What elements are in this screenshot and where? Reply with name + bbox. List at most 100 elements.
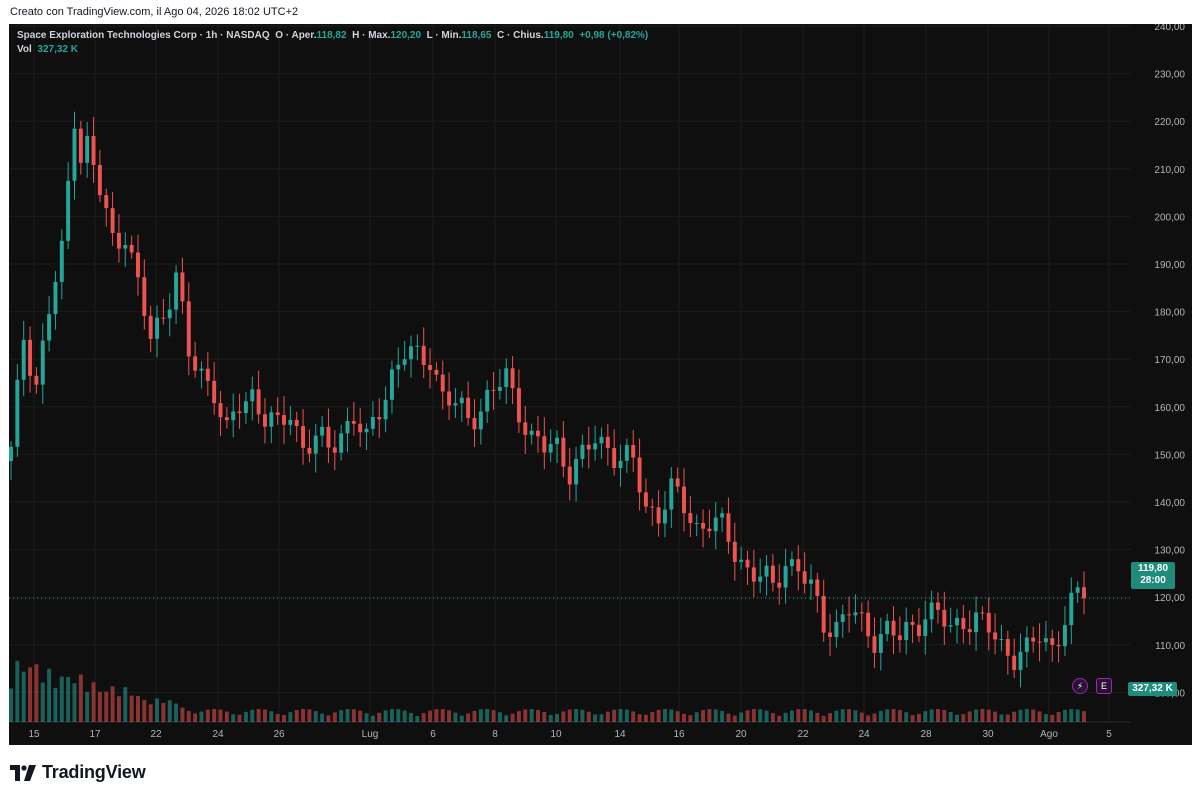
candle-body[interactable] xyxy=(351,420,356,424)
candle-body[interactable] xyxy=(783,566,788,588)
candle-body[interactable] xyxy=(961,617,966,630)
candle-body[interactable] xyxy=(764,565,769,577)
candle-body[interactable] xyxy=(955,617,959,626)
candle-body[interactable] xyxy=(840,614,845,622)
candle-body[interactable] xyxy=(885,620,890,635)
candle-body[interactable] xyxy=(459,397,464,404)
candle-body[interactable] xyxy=(339,433,344,453)
candle-body[interactable] xyxy=(662,509,667,524)
candle-body[interactable] xyxy=(193,356,198,371)
candle-body[interactable] xyxy=(859,612,864,614)
candle-body[interactable] xyxy=(275,412,280,416)
candle-body[interactable] xyxy=(751,567,756,582)
candle-body[interactable] xyxy=(1012,655,1017,670)
candle-body[interactable] xyxy=(174,272,179,310)
candle-body[interactable] xyxy=(104,195,109,209)
candle-body[interactable] xyxy=(377,417,382,420)
candle-body[interactable] xyxy=(631,445,636,458)
candle-body[interactable] xyxy=(9,446,13,462)
candle-body[interactable] xyxy=(212,380,217,404)
candle-body[interactable] xyxy=(828,632,833,637)
candle-body[interactable] xyxy=(694,522,699,524)
candle-body[interactable] xyxy=(59,240,64,282)
candle-body[interactable] xyxy=(485,389,490,412)
candle-body[interactable] xyxy=(523,422,528,435)
candle-body[interactable] xyxy=(1075,587,1080,593)
candle-body[interactable] xyxy=(986,612,991,633)
candle-body[interactable] xyxy=(491,389,496,391)
candle-body[interactable] xyxy=(110,208,115,233)
candle-body[interactable] xyxy=(282,415,286,425)
candle-body[interactable] xyxy=(1037,641,1042,643)
candle-body[interactable] xyxy=(910,621,915,625)
chart-panel[interactable]: 240,00 230,00 220,00 210,00 200,00 190,00 180,… xyxy=(9,24,1192,745)
candle-body[interactable] xyxy=(1031,637,1036,642)
candle-body[interactable] xyxy=(593,443,598,450)
candle-body[interactable] xyxy=(167,309,172,319)
candle-body[interactable] xyxy=(1050,638,1055,645)
candle-body[interactable] xyxy=(364,428,369,433)
candle-body[interactable] xyxy=(205,368,210,381)
candle-body[interactable] xyxy=(834,621,839,637)
candle-body[interactable] xyxy=(586,444,591,450)
candle-body[interactable] xyxy=(453,403,458,406)
candle-body[interactable] xyxy=(218,403,223,418)
candle-body[interactable] xyxy=(142,277,147,316)
candle-body[interactable] xyxy=(1062,625,1067,647)
candle-body[interactable] xyxy=(358,423,363,433)
candle-body[interactable] xyxy=(383,399,388,420)
candle-body[interactable] xyxy=(567,466,572,485)
candle-body[interactable] xyxy=(821,595,826,633)
candle-body[interactable] xyxy=(929,602,934,620)
candle-body[interactable] xyxy=(701,522,706,529)
candle-body[interactable] xyxy=(580,444,585,459)
candle-body[interactable] xyxy=(980,612,985,614)
candle-body[interactable] xyxy=(40,340,45,385)
candle-body[interactable] xyxy=(123,245,128,249)
candle-body[interactable] xyxy=(726,513,731,542)
candle-body[interactable] xyxy=(574,458,579,485)
candle-body[interactable] xyxy=(78,128,83,163)
candle-body[interactable] xyxy=(478,411,483,430)
candle-body[interactable] xyxy=(409,346,413,360)
candle-body[interactable] xyxy=(815,579,820,596)
candle-body[interactable] xyxy=(428,365,433,370)
candle-body[interactable] xyxy=(415,345,420,347)
candle-body[interactable] xyxy=(516,388,521,423)
candle-body[interactable] xyxy=(637,457,642,493)
candle-body[interactable] xyxy=(161,317,166,319)
candle-body[interactable] xyxy=(923,619,928,636)
candle-body[interactable] xyxy=(720,513,725,518)
candle-body[interactable] xyxy=(999,638,1004,640)
candle-body[interactable] xyxy=(262,414,267,427)
candle-body[interactable] xyxy=(472,417,477,430)
candle-body[interactable] xyxy=(904,621,909,641)
candle-body[interactable] xyxy=(199,368,204,371)
candle-body[interactable] xyxy=(688,513,693,524)
candle-body[interactable] xyxy=(974,612,979,633)
candle-body[interactable] xyxy=(294,419,299,427)
candle-body[interactable] xyxy=(853,612,858,616)
candle-body[interactable] xyxy=(745,559,750,568)
candle-body[interactable] xyxy=(732,541,737,562)
candle-body[interactable] xyxy=(542,436,547,453)
candle-body[interactable] xyxy=(224,417,229,421)
candle-body[interactable] xyxy=(809,579,813,584)
candle-body[interactable] xyxy=(301,426,306,448)
candle-body[interactable] xyxy=(447,391,452,406)
candle-body[interactable] xyxy=(389,369,394,400)
candle-body[interactable] xyxy=(440,374,445,392)
candle-body[interactable] xyxy=(85,136,90,163)
candle-body[interactable] xyxy=(313,435,318,454)
candle-body[interactable] xyxy=(1056,644,1061,647)
candle-body[interactable] xyxy=(713,517,718,532)
candle-body[interactable] xyxy=(777,582,782,588)
candle-body[interactable] xyxy=(1018,651,1023,670)
candle-body[interactable] xyxy=(605,436,610,449)
candle-body[interactable] xyxy=(256,389,261,415)
candle-body[interactable] xyxy=(872,636,877,653)
candle-body[interactable] xyxy=(770,565,775,583)
candle-body[interactable] xyxy=(650,506,655,508)
candle-body[interactable] xyxy=(307,447,312,454)
candle-body[interactable] xyxy=(802,571,807,584)
